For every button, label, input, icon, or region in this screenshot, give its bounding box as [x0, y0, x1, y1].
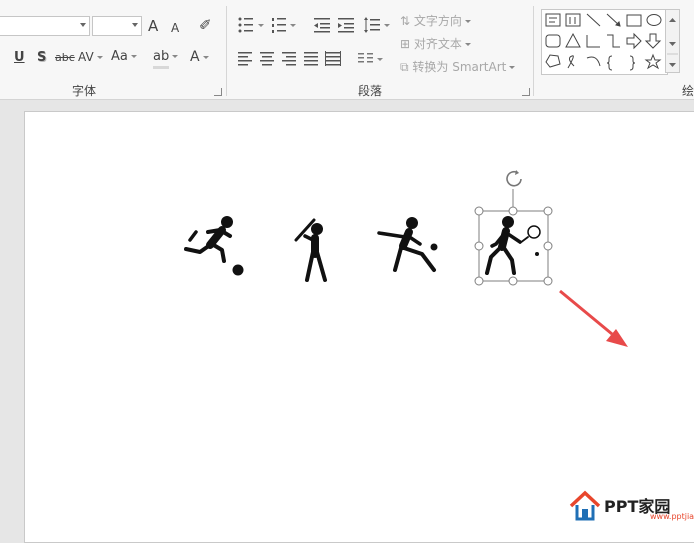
scroll-up-icon [669, 18, 676, 22]
house-logo-icon [569, 490, 601, 521]
justify-icon [304, 52, 318, 66]
paragraph-row1-icons [238, 17, 390, 33]
gallery-scroll-arrows [667, 18, 678, 67]
grow-font-button[interactable]: A [148, 18, 158, 34]
align-right-icon [282, 52, 296, 66]
paragraph-dialog-launcher-icon[interactable] [522, 88, 530, 96]
scroll-down-icon [669, 42, 676, 46]
group-separator [226, 6, 227, 96]
more-shapes-icon [669, 63, 676, 67]
text-direction-label: 文字方向 [413, 14, 462, 28]
text-shadow-button[interactable]: S [37, 50, 46, 66]
change-case-label: Aa [111, 49, 128, 64]
font-color-label: A [190, 49, 200, 65]
distributed-icon [325, 51, 341, 66]
text-box-icon [545, 13, 561, 27]
arc-icon [586, 56, 601, 67]
shapes-gallery-grid [545, 13, 662, 71]
paragraph-row2-icons [238, 51, 383, 66]
elbow-connector-icon [586, 35, 600, 48]
oval-icon [646, 14, 662, 26]
align-center-icon [260, 52, 274, 66]
convert-smartart-label: 转换为 SmartArt [412, 60, 507, 74]
watermark-logo: PPT家园 www.pptjia.com [568, 488, 694, 524]
highlight-color-icon[interactable]: ab [153, 49, 179, 65]
ribbon: A A ✐ U S abc AV Aa ab A 字体 ⇅ 文字方向 ⊞ 对齐文… [0, 0, 694, 100]
shapes-gallery-scroll[interactable] [665, 9, 680, 73]
right-arrow-icon [626, 32, 642, 50]
elbow-arrow-icon [607, 34, 620, 48]
character-spacing-label: AV [78, 50, 94, 64]
font-name-dropdown[interactable] [0, 16, 90, 36]
star-icon [644, 53, 662, 70]
triangle-icon [565, 32, 581, 48]
left-brace-icon [606, 55, 613, 71]
strikethrough-button[interactable]: abc [55, 50, 75, 66]
underline-button[interactable]: U [14, 50, 25, 66]
vertical-text-box-icon [565, 13, 581, 27]
align-text-button[interactable]: ⊞ 对齐文本 [400, 35, 471, 52]
font-dialog-launcher-icon[interactable] [214, 88, 222, 96]
line-spacing-icon [364, 17, 380, 33]
character-spacing-button[interactable]: AV [78, 49, 103, 65]
arrow-line-icon [606, 13, 621, 27]
change-case-button[interactable]: Aa [111, 49, 137, 65]
clear-formatting-icon[interactable]: ✐ [199, 17, 212, 33]
shapes-gallery[interactable] [541, 9, 668, 75]
highlight-color-bar [153, 66, 169, 69]
convert-smartart-button[interactable]: ⧉ 转换为 SmartArt [400, 58, 516, 75]
columns-dropdown-icon [377, 58, 383, 61]
scribble-icon [567, 55, 575, 69]
numbering-icon [272, 18, 286, 33]
line-spacing-dropdown-icon [384, 24, 390, 27]
decrease-indent-icon [314, 18, 330, 33]
line-icon [586, 13, 601, 27]
drawing-group-label: 绘 [682, 84, 694, 98]
align-text-label: 对齐文本 [413, 37, 462, 51]
shrink-font-button[interactable]: A [171, 20, 179, 36]
rectangle-icon [626, 14, 642, 27]
numbering-dropdown-icon [290, 24, 296, 27]
right-brace-icon [629, 55, 636, 71]
freeform-icon [545, 54, 561, 68]
down-arrow-icon [644, 33, 662, 49]
font-group-label: 字体 [72, 84, 97, 98]
font-size-dropdown[interactable] [92, 16, 142, 36]
group-separator [533, 6, 534, 96]
align-left-icon [238, 52, 252, 66]
slide-canvas[interactable] [24, 111, 694, 543]
text-direction-button[interactable]: ⇅ 文字方向 [400, 12, 471, 29]
increase-indent-icon [338, 18, 354, 33]
columns-icon [358, 53, 373, 63]
bullets-dropdown-icon [258, 24, 264, 27]
bullets-icon [238, 17, 253, 33]
rounded-rectangle-icon [545, 34, 561, 48]
paragraph-group-label: 段落 [358, 84, 383, 98]
font-color-button[interactable]: A [190, 49, 209, 65]
watermark-url: www.pptjia.com [650, 512, 694, 521]
